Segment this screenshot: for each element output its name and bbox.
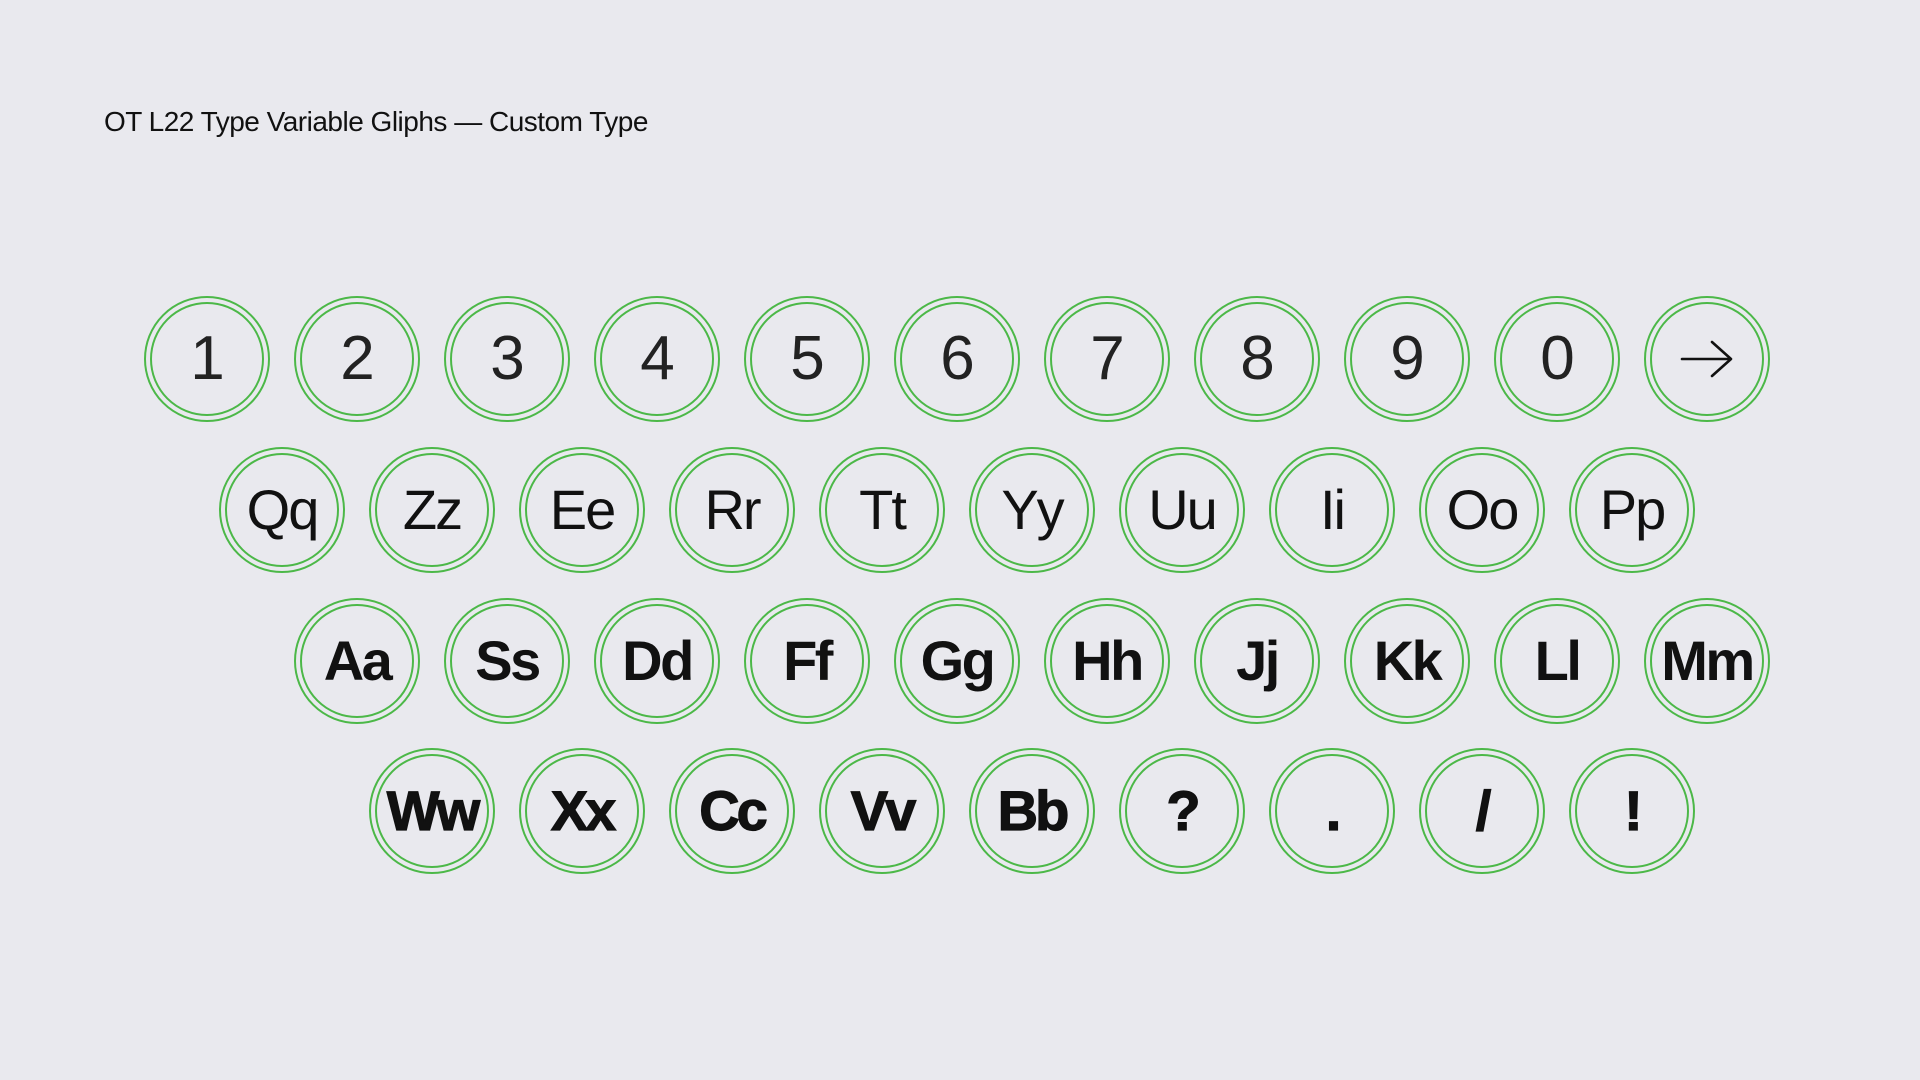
key-k[interactable]: Kk <box>1344 598 1470 724</box>
key-label: 2 <box>340 324 374 393</box>
key-w[interactable]: Ww <box>369 748 495 874</box>
key-label: ? <box>1166 779 1201 842</box>
key-b[interactable]: Bb <box>969 748 1095 874</box>
key-label: . <box>1325 779 1342 842</box>
key-label: Cc <box>699 779 769 842</box>
key-d[interactable]: Dd <box>594 598 720 724</box>
key-o[interactable]: Oo <box>1419 447 1545 573</box>
key-7[interactable]: 7 <box>1044 296 1170 422</box>
key-label: Oo <box>1446 478 1520 541</box>
key-label: Mm <box>1661 629 1755 692</box>
key-label: Ii <box>1320 478 1346 541</box>
key-j[interactable]: Jj <box>1194 598 1320 724</box>
key-label: / <box>1475 779 1492 842</box>
keyboard-row-3: Aa Ss Dd Ff Gg Hh Jj Kk Ll Mm <box>294 598 1794 726</box>
key-x[interactable]: Xx <box>519 748 645 874</box>
key-label: Zz <box>402 478 463 541</box>
key-f[interactable]: Ff <box>744 598 870 724</box>
key-label: Hh <box>1072 629 1144 692</box>
key-period[interactable]: . <box>1269 748 1395 874</box>
key-l[interactable]: Ll <box>1494 598 1620 724</box>
key-label: Rr <box>704 478 761 541</box>
key-v[interactable]: Vv <box>819 748 945 874</box>
key-label: Pp <box>1599 478 1666 541</box>
key-label: Uu <box>1148 478 1218 541</box>
key-slash[interactable]: / <box>1419 748 1545 874</box>
key-8[interactable]: 8 <box>1194 296 1320 422</box>
key-label: Ww <box>386 779 481 842</box>
key-m[interactable]: Mm <box>1644 598 1770 724</box>
key-2[interactable]: 2 <box>294 296 420 422</box>
key-label: Jj <box>1236 629 1280 692</box>
key-t[interactable]: Tt <box>819 447 945 573</box>
key-y[interactable]: Yy <box>969 447 1095 573</box>
key-label: Ff <box>783 629 833 692</box>
page: OT L22 Type Variable Gliphs — Custom Typ… <box>0 0 1920 1080</box>
key-5[interactable]: 5 <box>744 296 870 422</box>
key-label: 5 <box>790 324 824 393</box>
key-u[interactable]: Uu <box>1119 447 1245 573</box>
key-0[interactable]: 0 <box>1494 296 1620 422</box>
key-label: 9 <box>1390 324 1424 393</box>
key-label: 3 <box>490 324 524 393</box>
key-4[interactable]: 4 <box>594 296 720 422</box>
key-z[interactable]: Zz <box>369 447 495 573</box>
arrow-right-icon <box>1678 339 1736 379</box>
key-e[interactable]: Ee <box>519 447 645 573</box>
key-label: Ss <box>475 629 541 692</box>
key-label: Vv <box>850 779 917 842</box>
key-3[interactable]: 3 <box>444 296 570 422</box>
page-title: OT L22 Type Variable Gliphs — Custom Typ… <box>104 106 648 137</box>
key-label: Ee <box>549 478 616 541</box>
key-label: Xx <box>550 779 617 842</box>
key-label: 0 <box>1540 324 1574 393</box>
key-g[interactable]: Gg <box>894 598 1020 724</box>
key-question[interactable]: ? <box>1119 748 1245 874</box>
key-label: Ll <box>1534 629 1582 692</box>
key-label: ! <box>1624 779 1644 842</box>
key-s[interactable]: Ss <box>444 598 570 724</box>
key-a[interactable]: Aa <box>294 598 420 724</box>
key-label: Kk <box>1373 629 1443 692</box>
key-r[interactable]: Rr <box>669 447 795 573</box>
key-label: Gg <box>920 629 996 692</box>
key-6[interactable]: 6 <box>894 296 1020 422</box>
key-label: 1 <box>190 324 224 393</box>
key-label: Dd <box>622 629 694 692</box>
key-q[interactable]: Qq <box>219 447 345 573</box>
key-label: 7 <box>1090 324 1124 393</box>
key-exclamation[interactable]: ! <box>1569 748 1695 874</box>
key-label: Aa <box>323 629 393 692</box>
keyboard-row-4: Ww Xx Cc Vv Bb ? . / ! <box>369 748 1719 876</box>
key-h[interactable]: Hh <box>1044 598 1170 724</box>
key-c[interactable]: Cc <box>669 748 795 874</box>
key-label: Qq <box>246 478 320 541</box>
key-1[interactable]: 1 <box>144 296 270 422</box>
key-i[interactable]: Ii <box>1269 447 1395 573</box>
key-label: Bb <box>997 779 1070 842</box>
key-9[interactable]: 9 <box>1344 296 1470 422</box>
keyboard-row-2: Qq Zz Ee Rr Tt Yy Uu Ii Oo Pp <box>219 447 1719 575</box>
key-label: 6 <box>940 324 974 393</box>
keyboard-row-numbers: 1 2 3 4 5 6 7 8 9 0 <box>144 296 1794 424</box>
key-arrow[interactable] <box>1644 296 1770 422</box>
key-label: Yy <box>1001 478 1064 541</box>
key-label: 8 <box>1240 324 1274 393</box>
key-p[interactable]: Pp <box>1569 447 1695 573</box>
key-label: Tt <box>859 478 907 541</box>
key-label: 4 <box>640 324 674 393</box>
